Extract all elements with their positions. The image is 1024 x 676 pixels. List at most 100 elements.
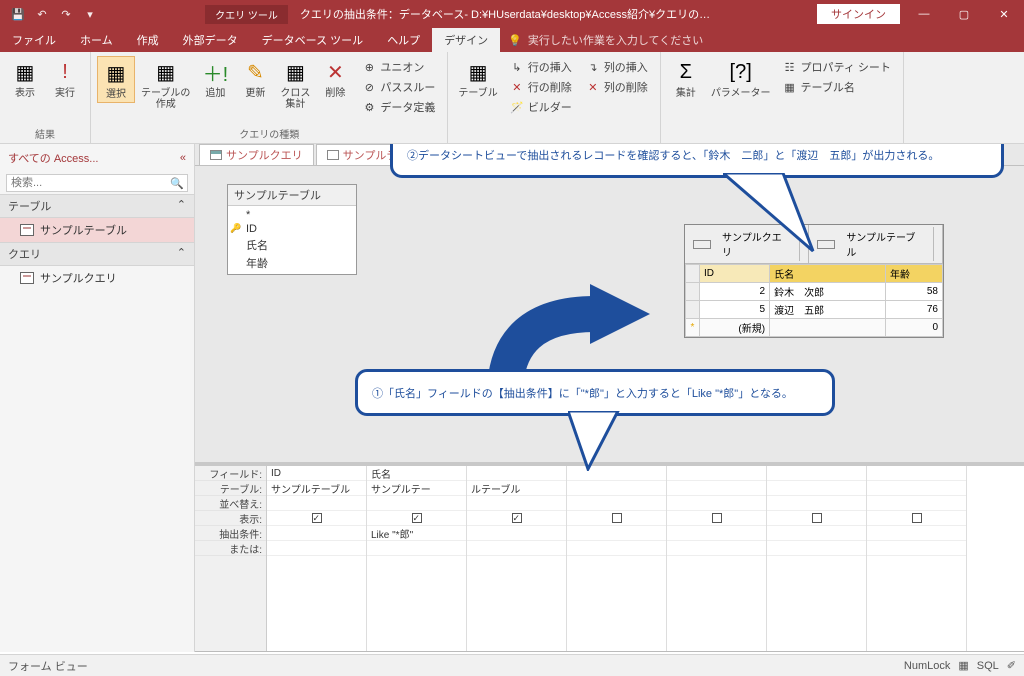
cell-show[interactable]: [567, 511, 666, 526]
col-age[interactable]: 年齢: [886, 265, 943, 283]
cell-or[interactable]: [767, 541, 866, 556]
cell-table[interactable]: [567, 481, 666, 496]
nav-cat-tables[interactable]: テーブル⌃: [0, 194, 194, 218]
cell-sort[interactable]: [867, 496, 966, 511]
datadef-button[interactable]: ⚙データ定義: [358, 98, 439, 116]
cell-criteria[interactable]: [767, 526, 866, 541]
col-id[interactable]: ID: [700, 265, 770, 283]
cell-show[interactable]: [767, 511, 866, 526]
tab-design[interactable]: デザイン: [432, 28, 500, 52]
cell-criteria[interactable]: Like "*郎": [367, 526, 466, 541]
cell-field[interactable]: [467, 466, 566, 481]
cell-criteria[interactable]: [867, 526, 966, 541]
undo-icon[interactable]: ↶: [32, 4, 52, 24]
redo-icon[interactable]: ↷: [56, 4, 76, 24]
cell-sort[interactable]: [567, 496, 666, 511]
close-icon[interactable]: ✕: [984, 0, 1024, 28]
cell-show[interactable]: [867, 511, 966, 526]
cell-or[interactable]: [567, 541, 666, 556]
cell-table[interactable]: サンプルテーブル: [267, 481, 366, 496]
cell-show[interactable]: [267, 511, 366, 526]
qbe-grid[interactable]: フィールド: テーブル: 並べ替え: 表示: 抽出条件: または: IDサンプル…: [195, 462, 1024, 652]
nav-collapse-icon[interactable]: «: [180, 152, 186, 164]
cell-show[interactable]: [667, 511, 766, 526]
cell-criteria[interactable]: [267, 526, 366, 541]
cell-criteria[interactable]: [567, 526, 666, 541]
cell-table[interactable]: [867, 481, 966, 496]
grid-column[interactable]: [867, 466, 967, 651]
nav-cat-queries[interactable]: クエリ⌃: [0, 242, 194, 266]
cell-sort[interactable]: [467, 496, 566, 511]
cell-or[interactable]: [467, 541, 566, 556]
field-star[interactable]: *: [228, 208, 356, 222]
cell-sort[interactable]: [267, 496, 366, 511]
select-query-button[interactable]: ▦選択: [97, 56, 135, 103]
maximize-icon[interactable]: ▢: [944, 0, 984, 28]
cell-or[interactable]: [267, 541, 366, 556]
cell-or[interactable]: [667, 541, 766, 556]
tablenames-button[interactable]: ▦テーブル名: [779, 78, 895, 96]
insert-col-button[interactable]: ↴列の挿入: [582, 58, 652, 76]
grid-column[interactable]: ルテーブル: [467, 466, 567, 651]
cell-field[interactable]: [867, 466, 966, 481]
builder-button[interactable]: 🪄ビルダー: [506, 98, 576, 116]
doctab-query[interactable]: サンプルクエリ: [199, 144, 314, 165]
table-button[interactable]: ▦テーブル: [454, 56, 501, 101]
propsheet-button[interactable]: ☷プロパティ シート: [779, 58, 895, 76]
new-row-icon[interactable]: *: [686, 319, 700, 337]
grid-column[interactable]: [767, 466, 867, 651]
tab-help[interactable]: ヘルプ: [375, 28, 432, 52]
tab-file[interactable]: ファイル: [0, 28, 68, 52]
crosstab-button[interactable]: ▦クロス 集計: [276, 56, 314, 112]
delete-row-button[interactable]: ✕行の削除: [506, 78, 576, 96]
cell-or[interactable]: [867, 541, 966, 556]
qat-more-icon[interactable]: ▾: [80, 4, 100, 24]
view-design-icon[interactable]: ✐: [1007, 659, 1016, 672]
cell-table[interactable]: サンプルテー: [367, 481, 466, 496]
cell-show[interactable]: [467, 511, 566, 526]
grid-column[interactable]: IDサンプルテーブル: [267, 466, 367, 651]
col-name[interactable]: 氏名: [770, 265, 886, 283]
grid-column[interactable]: [567, 466, 667, 651]
passthrough-button[interactable]: ⊘パススルー: [358, 78, 439, 96]
append-button[interactable]: ＋!追加: [196, 56, 234, 101]
maketable-button[interactable]: ▦テーブルの 作成: [137, 56, 194, 112]
update-button[interactable]: ✎更新: [236, 56, 274, 101]
view-sql-button[interactable]: SQL: [977, 660, 999, 672]
cell-table[interactable]: [667, 481, 766, 496]
tell-me[interactable]: 💡実行したい作業を入力してください: [500, 28, 711, 52]
tab-home[interactable]: ホーム: [68, 28, 125, 52]
tab-dbtools[interactable]: データベース ツール: [250, 28, 376, 52]
search-icon[interactable]: 🔍: [170, 177, 184, 190]
cell-sort[interactable]: [667, 496, 766, 511]
minimize-icon[interactable]: —: [904, 0, 944, 28]
field-id[interactable]: ID: [228, 222, 356, 236]
view-datasheet-icon[interactable]: ▦: [958, 659, 968, 672]
parameters-button[interactable]: [?]パラメーター: [707, 56, 775, 101]
table-fieldlist[interactable]: サンプルテーブル * ID 氏名 年齢: [227, 184, 357, 275]
cell-show[interactable]: [367, 511, 466, 526]
grid-column[interactable]: 氏名サンプルテー Like "*郎": [367, 466, 467, 651]
totals-button[interactable]: Σ集計: [667, 56, 705, 101]
cell-criteria[interactable]: [667, 526, 766, 541]
signin-button[interactable]: サインイン: [817, 4, 900, 24]
field-name[interactable]: 氏名: [228, 236, 356, 254]
cell-criteria[interactable]: [467, 526, 566, 541]
delete-button[interactable]: ✕削除: [316, 56, 354, 101]
view-button[interactable]: ▦表示: [6, 56, 44, 101]
cell-or[interactable]: [367, 541, 466, 556]
insert-row-button[interactable]: ↳行の挿入: [506, 58, 576, 76]
tab-create[interactable]: 作成: [125, 28, 171, 52]
nav-item-samplequery[interactable]: サンプルクエリ: [0, 266, 194, 290]
cell-field[interactable]: 氏名: [367, 466, 466, 481]
cell-sort[interactable]: [367, 496, 466, 511]
nav-item-sampletable[interactable]: サンプルテーブル: [0, 218, 194, 242]
nav-search-input[interactable]: [6, 174, 188, 192]
cell-table[interactable]: ルテーブル: [467, 481, 566, 496]
cell-field[interactable]: [767, 466, 866, 481]
delete-col-button[interactable]: ✕列の削除: [582, 78, 652, 96]
cell-table[interactable]: [767, 481, 866, 496]
union-button[interactable]: ⊕ユニオン: [358, 58, 439, 76]
cell-sort[interactable]: [767, 496, 866, 511]
run-button[interactable]: !実行: [46, 56, 84, 101]
